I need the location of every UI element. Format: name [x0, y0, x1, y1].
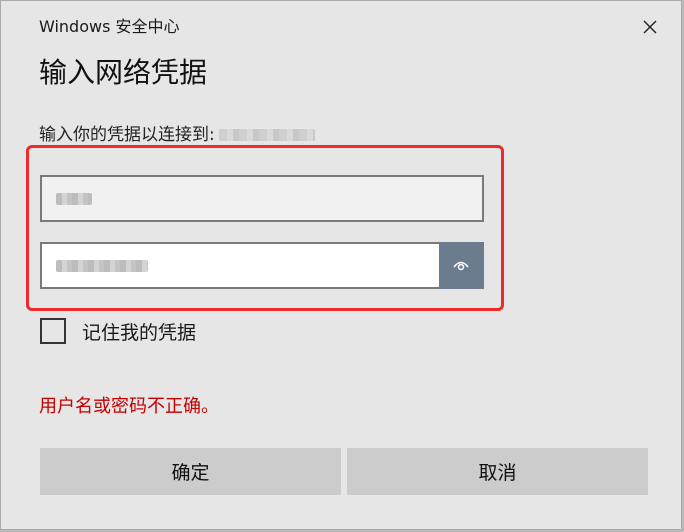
redacted-server-name: [218, 129, 315, 141]
remember-label: 记住我的凭据: [82, 321, 197, 344]
cancel-button[interactable]: 取消: [347, 448, 648, 495]
remember-checkbox[interactable]: [40, 318, 66, 344]
close-icon: [643, 20, 657, 34]
ok-button[interactable]: 确定: [40, 448, 341, 495]
dialog-heading: 输入网络凭据: [39, 56, 208, 89]
window-title: Windows 安全中心: [39, 17, 180, 36]
remember-credentials[interactable]: 记住我的凭据: [40, 316, 196, 346]
credential-dialog: Windows 安全中心 输入网络凭据 输入你的凭据以连接到: user pas…: [0, 0, 682, 530]
connect-prompt: 输入你的凭据以连接到:: [39, 123, 315, 147]
error-message: 用户名或密码不正确。: [39, 396, 219, 417]
credential-fields-highlight: [26, 145, 504, 311]
connect-prompt-text: 输入你的凭据以连接到:: [39, 125, 215, 145]
close-button[interactable]: [633, 11, 667, 43]
